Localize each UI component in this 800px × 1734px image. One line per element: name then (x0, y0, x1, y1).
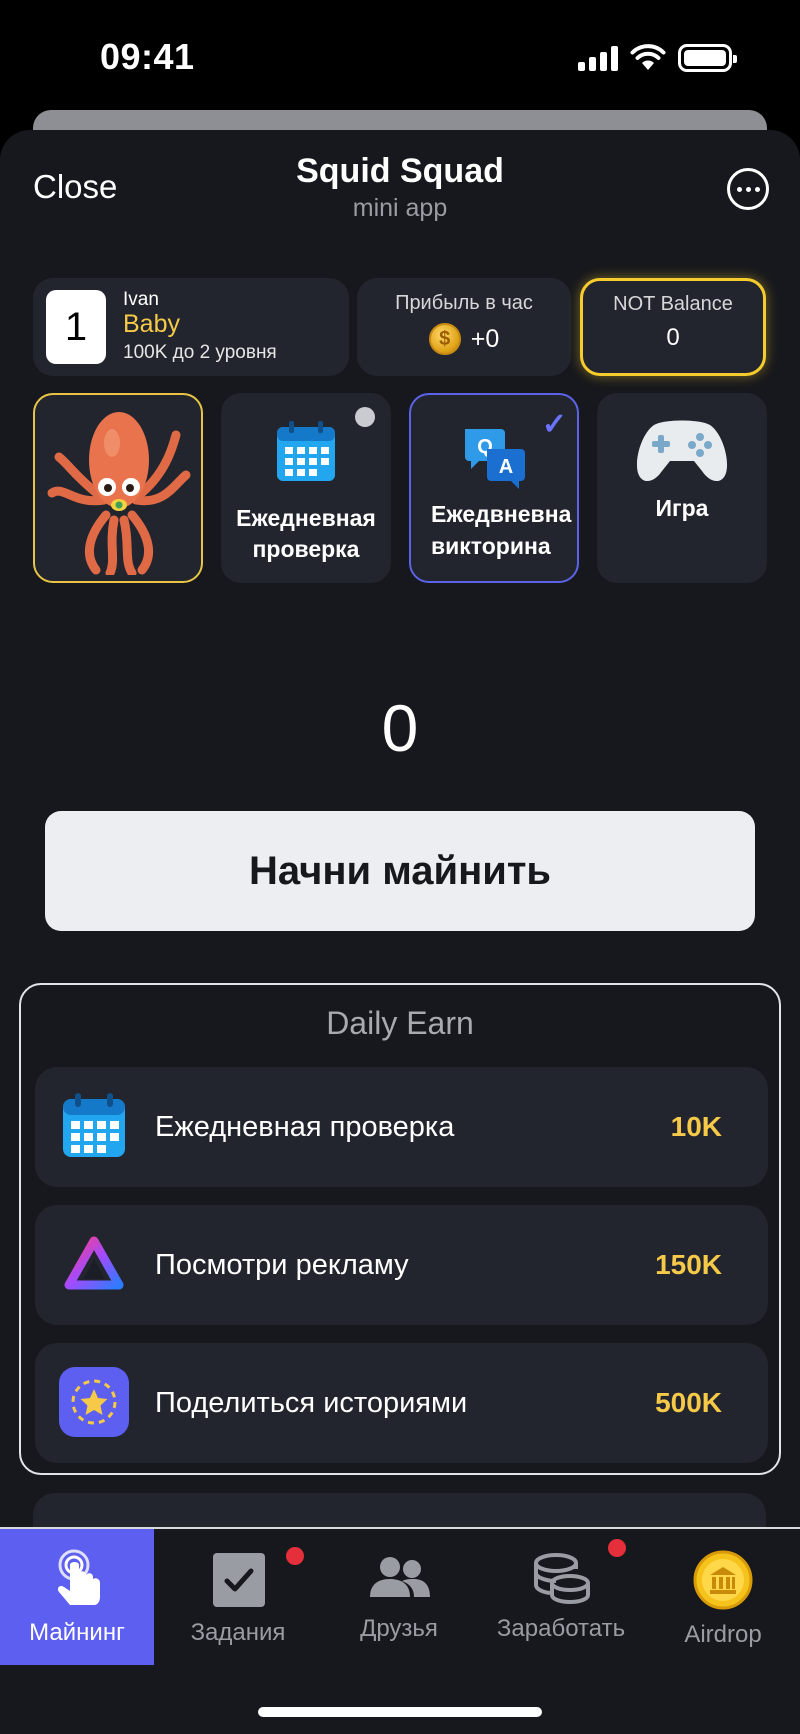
start-mining-button[interactable]: Начни майнить (45, 811, 755, 931)
watch-ad-row[interactable]: Посмотри рекламу 150K (35, 1205, 768, 1325)
daily-earn-title: Daily Earn (326, 1005, 474, 1041)
mini-app-header: Close Squid Squad mini app (0, 130, 800, 240)
cellular-signal-icon (578, 45, 618, 71)
status-icons (578, 44, 737, 72)
tab-tasks-label: Задания (190, 1619, 286, 1646)
share-stories-row[interactable]: Поделиться историями 500K (35, 1343, 768, 1463)
calendar-icon (63, 1093, 125, 1157)
story-star-icon (59, 1367, 129, 1437)
mini-app-sheet: Close Squid Squad mini app 1 Ivan Baby 1… (0, 130, 800, 1734)
wifi-icon (630, 44, 666, 70)
balance-label: NOT Balance (613, 293, 733, 315)
daily-earn-panel: Daily Earn Ежедневная проверка 10K Посмо… (19, 983, 781, 1475)
daily-quiz-tile-label-1: Ежедвневна (431, 501, 572, 527)
watch-ad-row-value: 150K (655, 1249, 722, 1280)
daily-check-tile-label-1: Ежедневная (236, 505, 376, 531)
tab-mining-label: Майнинг (29, 1619, 125, 1646)
gamepad-icon (636, 420, 728, 482)
status-time: 09:41 (100, 36, 195, 77)
share-stories-row-label: Поделиться историями (155, 1387, 468, 1419)
calendar-icon (277, 421, 335, 481)
tab-earn[interactable]: Заработать (484, 1529, 638, 1665)
ad-network-logo-icon (64, 1236, 124, 1290)
balance-value: 0 (666, 324, 680, 351)
coins-icon (534, 1553, 590, 1605)
daily-quiz-tile-label-2: викторина (431, 533, 551, 559)
more-options-icon[interactable] (727, 168, 769, 210)
battery-icon (678, 44, 737, 72)
tap-icon (57, 1549, 100, 1605)
profit-per-hour-card: Прибыль в час $ +0 (357, 278, 571, 376)
friends-icon (370, 1557, 430, 1597)
tab-mining[interactable]: Майнинг (0, 1529, 154, 1665)
status-dot (355, 407, 375, 427)
tab-tasks[interactable]: Задания (161, 1529, 315, 1665)
level-progress-text: 100K до 2 уровня (123, 342, 277, 363)
tab-friends-label: Друзья (360, 1615, 438, 1642)
daily-check-row[interactable]: Ежедневная проверка 10K (35, 1067, 768, 1187)
status-bar: 09:41 (0, 0, 800, 110)
app-title: Squid Squad (296, 152, 504, 190)
watch-ad-row-label: Посмотри рекламу (155, 1249, 409, 1281)
tab-earn-label: Заработать (496, 1615, 626, 1642)
daily-check-tile[interactable]: Ежедневная проверка (221, 393, 391, 583)
svg-text:A: A (499, 456, 513, 478)
user-name: Ivan (123, 289, 159, 310)
tasks-badge-dot (286, 1547, 304, 1565)
daily-quiz-tile[interactable]: ✓ Q A Ежедвневна викторина (409, 393, 579, 583)
share-stories-row-value: 500K (655, 1387, 722, 1418)
profit-label: Прибыль в час (395, 292, 533, 314)
game-tile[interactable]: Игра (597, 393, 767, 583)
level-badge: 1 (46, 290, 106, 364)
checkmark-icon: ✓ (541, 408, 567, 441)
home-indicator (258, 1707, 542, 1717)
user-card[interactable]: 1 Ivan Baby 100K до 2 уровня (33, 278, 349, 376)
bottom-tab-bar: Майнинг Задания Друзья Заработать Airdro… (0, 1527, 800, 1734)
quiz-qa-icon: Q A (465, 429, 525, 489)
gold-coin-icon (693, 1550, 753, 1610)
coin-icon: $ (428, 323, 461, 355)
checkbox-icon (213, 1553, 265, 1607)
not-balance-card[interactable]: NOT Balance 0 (580, 278, 766, 376)
tab-friends[interactable]: Друзья (322, 1529, 476, 1665)
tab-airdrop[interactable]: Airdrop (646, 1529, 800, 1665)
user-rank: Baby (123, 310, 180, 338)
app-subtitle: mini app (352, 194, 448, 222)
profit-value: +0 (470, 324, 500, 353)
squid-mascot-icon (47, 412, 191, 575)
squid-mascot-tile[interactable] (33, 393, 203, 583)
daily-check-tile-label-2: проверка (252, 536, 360, 562)
daily-check-row-value: 10K (670, 1111, 722, 1142)
game-tile-label: Игра (655, 495, 709, 521)
tab-airdrop-label: Airdrop (684, 1621, 762, 1648)
mining-counter: 0 (381, 691, 419, 765)
daily-check-row-label: Ежедневная проверка (155, 1111, 455, 1143)
earn-badge-dot (608, 1539, 626, 1557)
profit-row: $ +0 (357, 323, 571, 355)
